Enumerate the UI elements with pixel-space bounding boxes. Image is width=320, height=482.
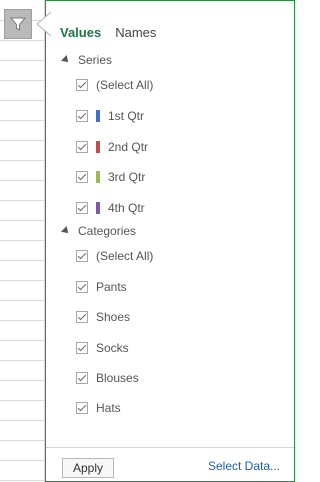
categories-section-header[interactable]: Categories <box>61 224 137 238</box>
gridline-horizontal <box>0 460 44 461</box>
category-item[interactable]: Socks <box>76 339 129 357</box>
gridline-horizontal <box>0 200 44 201</box>
gridline-horizontal <box>0 480 44 481</box>
series-item-label: 3rd Qtr <box>108 170 146 184</box>
checkbox[interactable] <box>76 402 88 414</box>
checkbox[interactable] <box>76 171 88 183</box>
gridline-horizontal <box>0 80 44 81</box>
series-item-label: (Select All) <box>96 78 154 92</box>
checkbox[interactable] <box>76 281 88 293</box>
pane-pointer <box>37 12 51 36</box>
series-item[interactable]: 2nd Qtr <box>76 138 148 156</box>
gridline-horizontal <box>0 180 44 181</box>
series-item[interactable]: (Select All) <box>76 76 153 94</box>
gridline-horizontal <box>0 420 44 421</box>
gridline-horizontal <box>0 100 44 101</box>
series-color-swatch <box>96 202 100 214</box>
category-item-label: Socks <box>96 341 129 355</box>
gridline-horizontal <box>0 360 44 361</box>
gridline-horizontal <box>0 340 44 341</box>
category-item-label: Shoes <box>96 310 131 324</box>
select-data-link[interactable]: Select Data... <box>208 459 280 473</box>
series-item-label: 4th Qtr <box>108 201 145 215</box>
checkbox[interactable] <box>76 372 88 384</box>
gridline-horizontal <box>0 240 44 241</box>
spreadsheet-background <box>0 0 45 482</box>
checkbox[interactable] <box>76 250 88 262</box>
checkbox[interactable] <box>76 311 88 323</box>
series-item[interactable]: 3rd Qtr <box>76 168 145 186</box>
series-section-label: Series <box>78 53 113 67</box>
series-section-header[interactable]: Series <box>61 53 113 67</box>
checkbox[interactable] <box>76 202 88 214</box>
tab-values[interactable]: Values <box>60 25 101 40</box>
filter-tabs: Values Names <box>60 25 156 40</box>
gridline-horizontal <box>0 40 44 41</box>
series-item[interactable]: 1st Qtr <box>76 107 144 125</box>
category-item[interactable]: Shoes <box>76 308 130 326</box>
category-item-label: Hats <box>96 401 121 415</box>
checkbox[interactable] <box>76 141 88 153</box>
gridline-horizontal <box>0 380 44 381</box>
series-item-label: 1st Qtr <box>108 109 145 123</box>
tab-names[interactable]: Names <box>115 25 156 40</box>
category-item[interactable]: Hats <box>76 399 121 417</box>
collapse-triangle-icon <box>61 55 71 65</box>
gridline-horizontal <box>0 440 44 441</box>
series-item[interactable]: 4th Qtr <box>76 199 145 217</box>
footer-divider <box>46 447 294 448</box>
category-item-label: (Select All) <box>96 249 154 263</box>
category-item-label: Pants <box>96 280 127 294</box>
chart-filters-pane: Values Names Series (Select All) 1st Qtr 2… <box>45 0 295 482</box>
category-item[interactable]: (Select All) <box>76 247 153 265</box>
apply-button[interactable]: Apply <box>62 458 114 478</box>
gridline-horizontal <box>0 300 44 301</box>
checkbox[interactable] <box>76 79 88 91</box>
series-color-swatch <box>96 141 100 153</box>
gridline-horizontal <box>0 120 44 121</box>
gridline-horizontal <box>0 220 44 221</box>
series-color-swatch <box>96 171 100 183</box>
category-item[interactable]: Blouses <box>76 369 139 387</box>
gridline-horizontal <box>0 260 44 261</box>
gridline-horizontal <box>0 160 44 161</box>
gridline-horizontal <box>0 280 44 281</box>
gridline-horizontal <box>0 140 44 141</box>
gridline-horizontal <box>0 400 44 401</box>
checkbox[interactable] <box>76 110 88 122</box>
chart-filter-button[interactable] <box>4 9 32 39</box>
funnel-icon <box>10 17 26 31</box>
gridline-horizontal <box>0 320 44 321</box>
category-item-label: Blouses <box>96 371 139 385</box>
category-item[interactable]: Pants <box>76 278 127 296</box>
series-color-swatch <box>96 110 100 122</box>
collapse-triangle-icon <box>61 226 71 236</box>
categories-section-label: Categories <box>78 224 137 238</box>
checkbox[interactable] <box>76 342 88 354</box>
gridline-horizontal <box>0 60 44 61</box>
series-item-label: 2nd Qtr <box>108 140 149 154</box>
